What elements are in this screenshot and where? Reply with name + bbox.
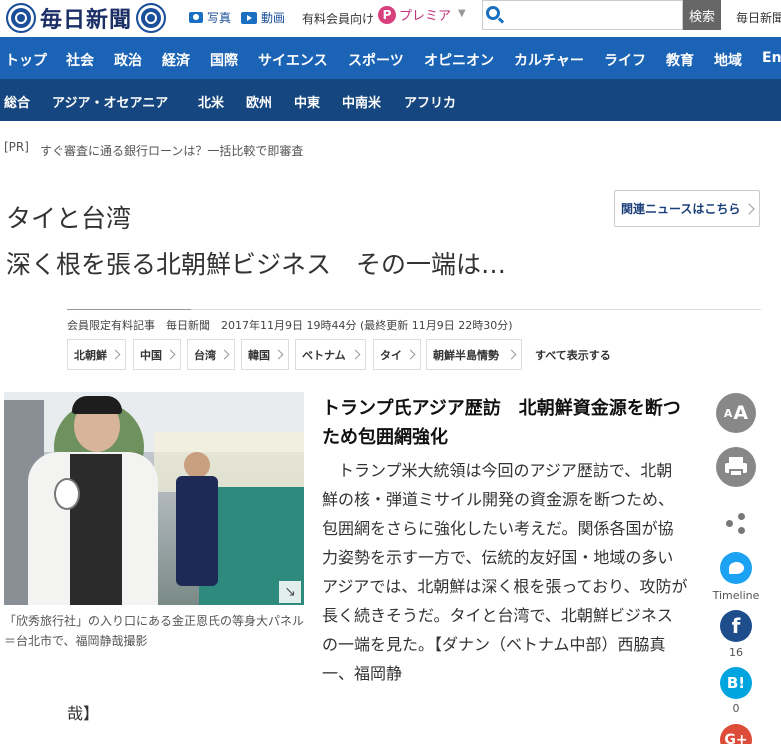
- font-size-button[interactable]: A A: [716, 393, 756, 433]
- main-nav-item[interactable]: カルチャー: [514, 50, 584, 70]
- pr-link[interactable]: すぐ審査に通る銀行ローンは？一括比較で即審査: [40, 142, 303, 159]
- share-icon[interactable]: [724, 511, 746, 535]
- site-logo[interactable]: 毎日新聞: [6, 2, 167, 34]
- camera-icon: [189, 12, 203, 23]
- logo-crest-icon: [136, 3, 167, 33]
- panel-hair: [72, 396, 122, 414]
- sub-nav-item[interactable]: 北米: [198, 92, 224, 111]
- sub-nav-item[interactable]: 中東: [294, 92, 320, 111]
- sub-nav-item-active[interactable]: アジア・オセアニア: [52, 92, 169, 124]
- main-nav-item[interactable]: 政治: [114, 50, 142, 70]
- search-button[interactable]: 検索: [683, 0, 721, 30]
- tag-link[interactable]: ベトナム: [295, 339, 366, 370]
- sub-nav-item[interactable]: 欧州: [246, 92, 272, 111]
- article-meta: 会員限定有料記事 毎日新聞 2017年11月9日 19時44分 (最終更新 11…: [67, 319, 513, 332]
- person-head: [184, 452, 210, 478]
- pr-tag: [PR]: [4, 140, 29, 154]
- main-nav-item[interactable]: 国際: [210, 50, 238, 70]
- tag-link[interactable]: 北朝鮮: [67, 339, 126, 370]
- divider: [67, 309, 191, 310]
- main-nav-item[interactable]: En: [762, 50, 781, 66]
- divider: [191, 309, 761, 310]
- video-link[interactable]: 動画: [241, 9, 285, 26]
- sub-nav-item[interactable]: 中南米: [342, 92, 381, 111]
- person-body: [176, 476, 218, 586]
- article-body: トランプ米大統領は今回のアジア歴訪で、北朝鮮の核・弾道ミサイル開発の資金源を断つ…: [322, 461, 688, 683]
- article-subtitle: トランプ氏アジア歴訪 北朝鮮資金源を断つため包囲網強化: [322, 398, 681, 448]
- search-input[interactable]: [482, 0, 683, 30]
- article-kicker: タイと台湾: [6, 204, 132, 233]
- article-headline: 深く根を張る北朝鮮ビジネス その一端は…: [6, 250, 507, 279]
- tag-link[interactable]: 韓国: [241, 339, 289, 370]
- sub-nav-item[interactable]: 総合: [4, 92, 30, 111]
- print-icon-paper: [729, 469, 743, 477]
- photo-label: 写真: [207, 11, 232, 25]
- font-large-glyph: A: [733, 402, 749, 424]
- print-button[interactable]: [716, 447, 756, 487]
- premier-label: プレミア: [399, 9, 452, 24]
- twitter-bird-icon: [729, 562, 744, 574]
- panel-suit: [70, 454, 122, 605]
- main-nav-item[interactable]: 社会: [66, 50, 94, 70]
- video-label: 動画: [261, 11, 286, 25]
- tag-link[interactable]: タイ: [373, 339, 421, 370]
- main-nav: トップ 社会 政治 経済 国際 サイエンス スポーツ オピニオン カルチャー ラ…: [0, 37, 781, 79]
- qr-badge: [54, 478, 80, 510]
- expand-icon[interactable]: ↘: [279, 581, 301, 603]
- main-nav-item[interactable]: ライフ: [604, 50, 646, 70]
- show-all-tags-link[interactable]: すべて表示する: [535, 347, 611, 363]
- related-news-button[interactable]: 関連ニュースはこちら: [614, 190, 760, 227]
- google-plus-icon: G+: [724, 732, 748, 744]
- hatena-count: 0: [732, 702, 740, 715]
- premier-badge-icon: P: [378, 5, 396, 24]
- article-photo[interactable]: ↘: [4, 392, 304, 605]
- google-plus-button[interactable]: G+: [720, 724, 752, 744]
- search-icon: [486, 6, 500, 20]
- tag-link[interactable]: 台湾: [187, 339, 235, 370]
- font-small-glyph: A: [723, 406, 733, 420]
- main-nav-item[interactable]: トップ: [5, 50, 47, 70]
- twitter-label: Timeline: [712, 589, 760, 602]
- sub-nav: 総合 アジア・オセアニア 北米 欧州 中東 中南米 アフリカ: [0, 79, 781, 124]
- main-nav-item[interactable]: 地域: [714, 50, 742, 70]
- twitter-button[interactable]: [720, 552, 752, 584]
- hatena-icon: B!: [726, 674, 746, 692]
- logo-text: 毎日新聞: [40, 7, 133, 33]
- facebook-button[interactable]: f: [720, 610, 752, 642]
- main-nav-item[interactable]: スポーツ: [348, 50, 404, 70]
- tag-link[interactable]: 朝鮮半島情勢: [426, 339, 522, 370]
- play-icon: [241, 11, 257, 24]
- premier-link[interactable]: P プレミア: [378, 5, 451, 24]
- main-nav-item[interactable]: サイエンス: [258, 50, 328, 70]
- sub-nav-item[interactable]: アフリカ: [404, 92, 456, 111]
- site-name-link[interactable]: 毎日新聞: [736, 9, 781, 26]
- photo-link[interactable]: 写真: [189, 9, 231, 26]
- tag-link[interactable]: 中国: [133, 339, 181, 370]
- article-body-tail: 哉】: [67, 704, 100, 723]
- logo-crest-icon: [6, 3, 36, 33]
- facebook-count: 16: [729, 646, 743, 659]
- photo-caption: 「欣秀旅行社」の入り口にある金正恩氏の等身大パネル＝台北市で、福岡静哉撮影: [4, 614, 305, 648]
- chevron-down-icon[interactable]: ▼: [458, 8, 466, 19]
- main-nav-item[interactable]: 教育: [666, 50, 694, 70]
- hatena-bookmark-button[interactable]: B!: [720, 667, 752, 699]
- facebook-icon: f: [731, 614, 741, 638]
- main-nav-item[interactable]: オピニオン: [424, 50, 494, 70]
- member-label: 有料会員向け: [302, 12, 375, 26]
- main-nav-item[interactable]: 経済: [162, 50, 190, 70]
